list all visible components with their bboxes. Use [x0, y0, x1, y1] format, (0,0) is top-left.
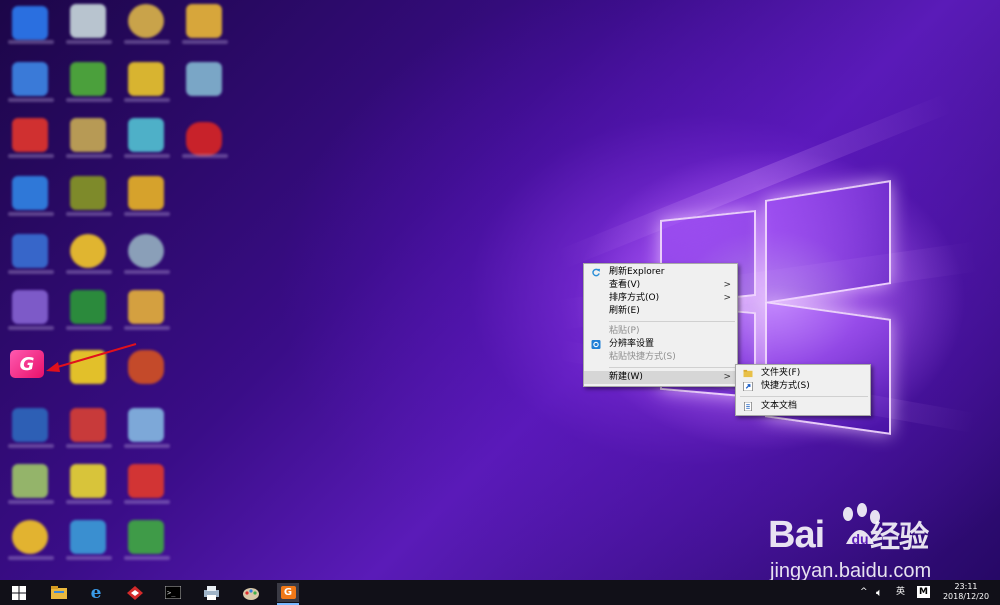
desktop-icon[interactable] [70, 520, 106, 554]
taskbar: e >_ G ^ 🔈︎ 英 M 23:11 2018/12/20 [0, 580, 1000, 605]
desktop-icon[interactable] [70, 4, 106, 38]
submenu-new: 文件夹(F) 快捷方式(S) 文本文档 [735, 364, 871, 416]
desktop-icon[interactable] [12, 520, 48, 554]
desktop-icon[interactable] [70, 234, 106, 268]
svg-text:>_: >_ [167, 589, 176, 597]
desktop-icon[interactable] [12, 118, 48, 152]
desktop-icon[interactable] [70, 62, 106, 96]
desktop-icon[interactable] [70, 176, 106, 210]
desktop-icon[interactable] [186, 122, 222, 156]
shortcut-icon [743, 382, 753, 391]
desktop-icon[interactable] [12, 234, 48, 268]
desktop-icon[interactable] [70, 464, 106, 498]
taskbar-paint[interactable] [240, 583, 262, 602]
ime-language-indicator[interactable]: 英 [896, 580, 905, 605]
desktop-icon[interactable] [70, 290, 106, 324]
menu-item-paste-shortcut[interactable]: 粘贴快捷方式(S) [584, 351, 737, 364]
desktop-icon[interactable] [12, 290, 48, 324]
menu-item-refresh[interactable]: 刷新(E) [584, 305, 737, 318]
desktop-icon[interactable] [12, 408, 48, 442]
annotation-arrow [46, 343, 137, 372]
baidu-watermark-url: jingyan.baidu.com [770, 560, 932, 580]
menu-item-paste[interactable]: 粘贴(P) [584, 325, 737, 338]
menu-separator [740, 396, 868, 397]
desktop-icon[interactable] [128, 234, 164, 268]
text-document-icon [744, 402, 752, 411]
desktop-icon[interactable] [128, 176, 164, 210]
desktop-icon[interactable] [12, 6, 48, 40]
display-settings-icon [591, 340, 601, 349]
folder-icon [743, 369, 753, 378]
submenu-arrow-icon: > [723, 280, 731, 290]
tray-overflow-chevron[interactable]: ^ [860, 580, 868, 605]
desktop-icon[interactable] [128, 62, 164, 96]
desktop-icon[interactable] [128, 464, 164, 498]
menu-separator [609, 367, 735, 368]
desktop-wallpaper[interactable]: G 刷新Explorer 查看(V) > 排序方式(O) > 刷新(E) 粘贴(… [0, 0, 1000, 580]
paint-icon [243, 587, 259, 600]
desktop-icons-area: G [0, 0, 228, 580]
taskbar-printer-app[interactable] [200, 583, 222, 602]
cmd-icon: >_ [165, 586, 181, 599]
windows-start-icon [12, 585, 26, 600]
svg-text:du: du [851, 531, 868, 547]
desktop-icon[interactable] [128, 4, 164, 38]
desktop-icon[interactable] [128, 408, 164, 442]
desktop-icon[interactable] [12, 62, 48, 96]
desktop-icon[interactable] [128, 520, 164, 554]
game-g-icon: G [280, 586, 296, 599]
desktop-icon[interactable] [70, 408, 106, 442]
taskbar-app-red[interactable] [124, 583, 146, 602]
desktop-icon[interactable] [70, 118, 106, 152]
desktop-icon[interactable] [186, 4, 222, 38]
menu-item-resolution-settings[interactable]: 分辨率设置 [584, 338, 737, 351]
windows-start-button[interactable] [8, 583, 30, 602]
desktop-icon[interactable] [12, 464, 48, 498]
game-g-desktop-icon[interactable]: G [10, 350, 44, 378]
menu-item-sort-by[interactable]: 排序方式(O) > [584, 292, 737, 305]
windows-logo-pane [765, 180, 891, 304]
edge-icon: e [90, 582, 102, 603]
submenu-item-shortcut[interactable]: 快捷方式(S) [736, 380, 870, 393]
file-explorer-icon [51, 586, 67, 599]
desktop-icon[interactable] [128, 290, 164, 324]
taskbar-game-g[interactable]: G [277, 583, 299, 602]
app-red-icon [127, 585, 143, 600]
menu-item-refresh-explorer[interactable]: 刷新Explorer [584, 266, 737, 279]
desktop-icon[interactable] [12, 176, 48, 210]
volume-icon[interactable]: 🔈︎ [876, 580, 883, 605]
context-menu: 刷新Explorer 查看(V) > 排序方式(O) > 刷新(E) 粘贴(P)… [583, 263, 738, 387]
taskbar-cmd[interactable]: >_ [162, 583, 184, 602]
printer-app-icon [203, 585, 219, 600]
baidu-paw-icon: du [843, 503, 880, 547]
desktop-icon[interactable] [128, 118, 164, 152]
menu-separator [609, 321, 735, 322]
submenu-arrow-icon: > [723, 372, 731, 382]
refresh-icon [592, 268, 601, 277]
submenu-item-text-document[interactable]: 文本文档 [736, 400, 870, 413]
desktop-icon[interactable] [186, 62, 222, 96]
menu-item-view[interactable]: 查看(V) > [584, 279, 737, 292]
ime-mode-indicator[interactable]: M [917, 586, 930, 598]
menu-item-new[interactable]: 新建(W) > [584, 371, 737, 384]
taskbar-edge[interactable]: e [85, 582, 107, 603]
taskbar-file-explorer[interactable] [48, 583, 70, 602]
submenu-item-folder[interactable]: 文件夹(F) [736, 367, 870, 380]
submenu-arrow-icon: > [723, 293, 731, 303]
system-clock[interactable]: 23:11 2018/12/20 [940, 582, 992, 602]
